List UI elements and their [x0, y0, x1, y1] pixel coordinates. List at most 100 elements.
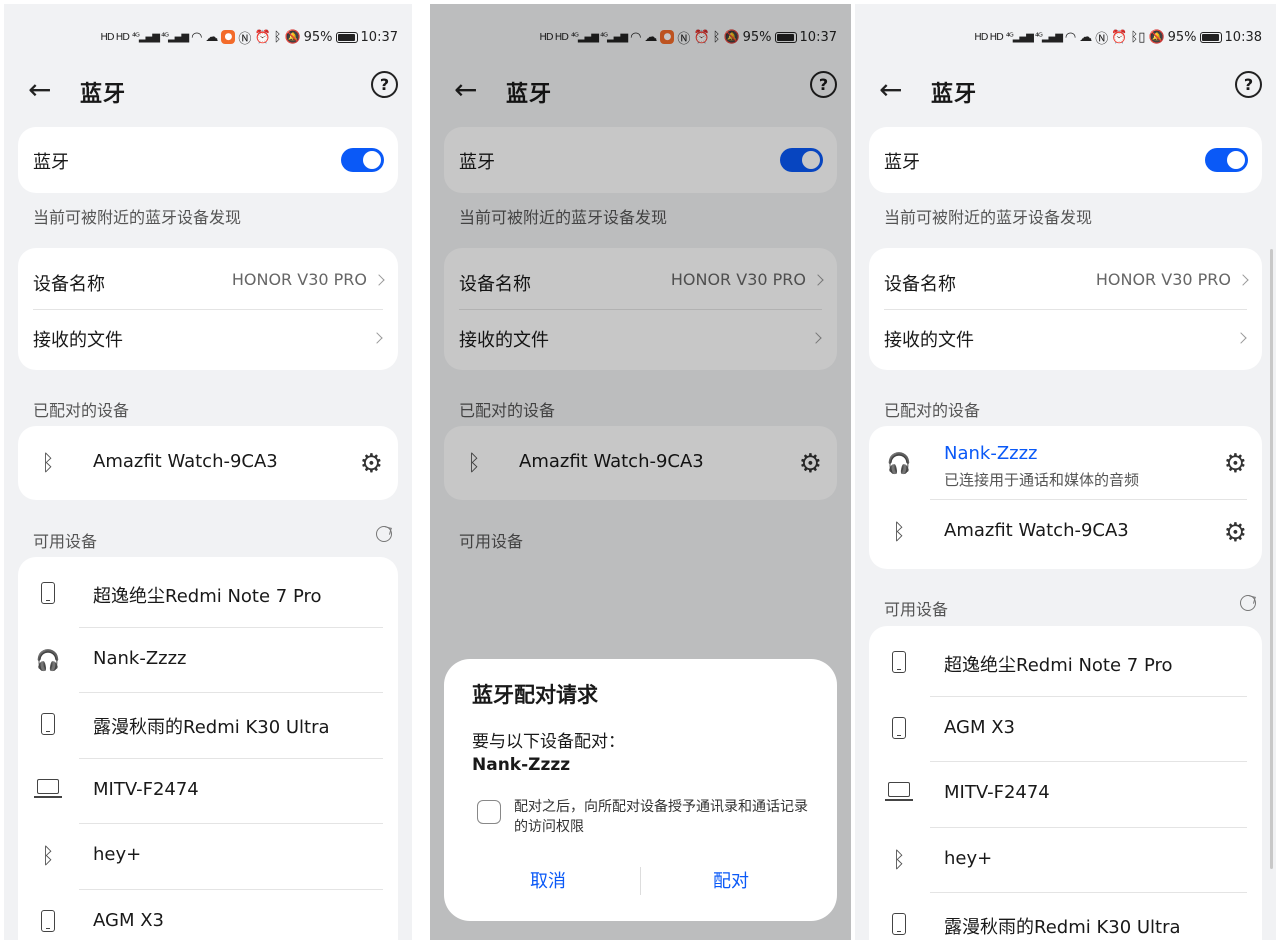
available-device-row[interactable]: 超逸绝尘Redmi Note 7 Pro	[33, 582, 383, 608]
phone-icon	[892, 651, 906, 673]
alarm-icon: ⏰	[254, 29, 271, 45]
bluetooth-label: 蓝牙	[33, 152, 69, 173]
battery-icon	[335, 31, 358, 43]
battery-percent: 95%	[1167, 29, 1197, 45]
available-device-row[interactable]: MITV-F2474	[33, 779, 383, 805]
bluetooth-toggle-card: 蓝牙	[869, 127, 1262, 193]
scanning-spinner-icon	[376, 526, 392, 542]
nfc-icon: Ⓝ	[238, 31, 252, 47]
chevron-right-icon	[1237, 273, 1249, 286]
device-name: 超逸绝尘Redmi Note 7 Pro	[93, 586, 322, 607]
chevron-right-icon	[371, 332, 383, 344]
sim-hd-icon: HD HD	[100, 31, 130, 43]
available-device-row[interactable]: 超逸绝尘Redmi Note 7 Pro	[884, 651, 1247, 677]
phone-icon	[41, 713, 55, 735]
bluetooth-toggle[interactable]	[1205, 148, 1248, 172]
received-files-label: 接收的文件	[884, 330, 974, 351]
device-name-label: 设备名称	[884, 274, 956, 295]
signal-icon: ⁴ᴳ▂▄▆ ⁴ᴳ▂▄▆	[1005, 31, 1063, 43]
help-icon[interactable]: ?	[1235, 71, 1262, 98]
header: ← 蓝牙 ?	[855, 66, 1276, 114]
paired-device-row-connected[interactable]: 🎧 Nank-Zzzz 已连接用于通话和媒体的音频 ⚙	[884, 443, 1247, 489]
bluetooth-status-icon: ᛒ	[273, 29, 282, 45]
help-icon[interactable]: ?	[371, 71, 398, 98]
screen-bluetooth-1: HD HD ⁴ᴳ▂▄▆ ⁴ᴳ▂▄▆ ◠ ☁ ● Ⓝ ⏰ ᛒ 🔕 95% 10:3…	[4, 4, 412, 940]
divider	[884, 309, 1247, 310]
contacts-permission-checkbox[interactable]	[477, 800, 501, 824]
paired-device-row[interactable]: ᛒ Amazfit Watch-9CA3 ⚙	[33, 451, 383, 477]
status-bar: HD HD ⁴ᴳ▂▄▆ ⁴ᴳ▂▄▆ ◠ ☁ Ⓝ ⏰ ᛒ▯ 🔕 95% 10:38	[974, 26, 1262, 48]
battery-percent: 95%	[303, 29, 333, 45]
divider	[79, 889, 383, 890]
paired-header: 已配对的设备	[884, 401, 981, 420]
headphones-icon: 🎧	[886, 451, 912, 475]
device-name-row[interactable]: 设备名称 HONOR V30 PRO	[884, 270, 1249, 296]
back-arrow-icon[interactable]: ←	[28, 72, 51, 108]
divider	[79, 823, 383, 824]
divider	[79, 758, 383, 759]
paired-device-row[interactable]: ᛒ Amazfit Watch-9CA3 ⚙	[884, 520, 1247, 546]
device-name: hey+	[944, 848, 993, 869]
device-name: hey+	[93, 844, 142, 865]
available-device-row[interactable]: ᛒ hey+	[884, 848, 1247, 874]
device-name-row[interactable]: 设备名称 HONOR V30 PRO	[33, 270, 385, 296]
device-name-label: 设备名称	[33, 274, 105, 295]
available-device-row[interactable]: 🎧 Nank-Zzzz	[33, 648, 383, 674]
divider	[930, 761, 1247, 762]
wifi-icon: ◠	[1064, 29, 1077, 45]
bluetooth-battery-icon: ᛒ▯	[1130, 29, 1146, 45]
scrollbar[interactable]	[1270, 249, 1273, 869]
received-files-row[interactable]: 接收的文件	[33, 326, 383, 352]
device-name: Amazfit Watch-9CA3	[944, 520, 1129, 541]
app-notification-icon: ●	[221, 30, 236, 44]
divider	[930, 696, 1247, 697]
cancel-button[interactable]: 取消	[458, 867, 638, 893]
pairing-dialog: 蓝牙配对请求 要与以下设备配对： Nank-Zzzz 配对之后，向所配对设备授予…	[444, 659, 837, 921]
back-arrow-icon[interactable]: ←	[879, 72, 902, 108]
paired-devices-card: 🎧 Nank-Zzzz 已连接用于通话和媒体的音频 ⚙ ᛒ Amazfit Wa…	[869, 426, 1262, 569]
device-name-value: HONOR V30 PRO	[231, 270, 367, 289]
received-files-row[interactable]: 接收的文件	[884, 326, 1247, 352]
divider	[930, 827, 1247, 828]
device-name: Nank-Zzzz	[944, 443, 1038, 464]
laptop-icon	[34, 779, 62, 798]
device-name: Amazfit Watch-9CA3	[93, 451, 278, 472]
bluetooth-icon: ᛒ	[892, 848, 906, 873]
gear-icon[interactable]: ⚙	[1224, 520, 1247, 546]
device-name: MITV-F2474	[944, 782, 1050, 803]
clock: 10:38	[1224, 29, 1262, 45]
paired-header: 已配对的设备	[33, 401, 130, 420]
gear-icon[interactable]: ⚙	[1224, 451, 1247, 477]
phone-icon	[41, 582, 55, 604]
bluetooth-icon: ᛒ	[41, 844, 55, 869]
pair-button[interactable]: 配对	[641, 867, 821, 893]
dialog-title: 蓝牙配对请求	[472, 683, 598, 707]
available-device-row[interactable]: MITV-F2474	[884, 782, 1247, 808]
laptop-icon	[885, 782, 913, 801]
available-device-row[interactable]: 露漫秋雨的Redmi K30 Ultra	[33, 713, 383, 739]
device-name: AGM X3	[93, 910, 164, 931]
received-files-label: 接收的文件	[33, 330, 123, 351]
available-devices-card: 超逸绝尘Redmi Note 7 Pro AGM X3 MITV-F2474 ᛒ…	[869, 626, 1262, 940]
clock: 10:37	[360, 29, 398, 45]
alarm-icon: ⏰	[1111, 29, 1128, 45]
available-device-row[interactable]: ᛒ hey+	[33, 844, 383, 870]
available-device-row[interactable]: AGM X3	[33, 910, 383, 936]
dialog-device-name: Nank-Zzzz	[472, 755, 571, 775]
phone-icon	[892, 717, 906, 739]
wifi-icon: ◠	[191, 29, 203, 45]
divider	[79, 627, 383, 628]
device-name: AGM X3	[944, 717, 1015, 738]
device-settings-card: 设备名称 HONOR V30 PRO 接收的文件	[869, 248, 1262, 370]
divider	[930, 499, 1247, 500]
bluetooth-toggle[interactable]	[341, 148, 384, 172]
headphones-icon: 🎧	[35, 648, 61, 672]
device-settings-card: 设备名称 HONOR V30 PRO 接收的文件	[18, 248, 398, 370]
checkbox-label: 配对之后，向所配对设备授予通讯录和通话记录的访问权限	[514, 799, 808, 835]
gear-icon[interactable]: ⚙	[360, 451, 383, 477]
header: ← 蓝牙 ?	[4, 66, 412, 114]
available-device-row[interactable]: AGM X3	[884, 717, 1247, 743]
available-device-row[interactable]: 露漫秋雨的Redmi K30 Ultra	[884, 913, 1247, 939]
screen-bluetooth-connected: HD HD ⁴ᴳ▂▄▆ ⁴ᴳ▂▄▆ ◠ ☁ Ⓝ ⏰ ᛒ▯ 🔕 95% 10:38…	[855, 4, 1276, 940]
bluetooth-label: 蓝牙	[884, 152, 920, 173]
